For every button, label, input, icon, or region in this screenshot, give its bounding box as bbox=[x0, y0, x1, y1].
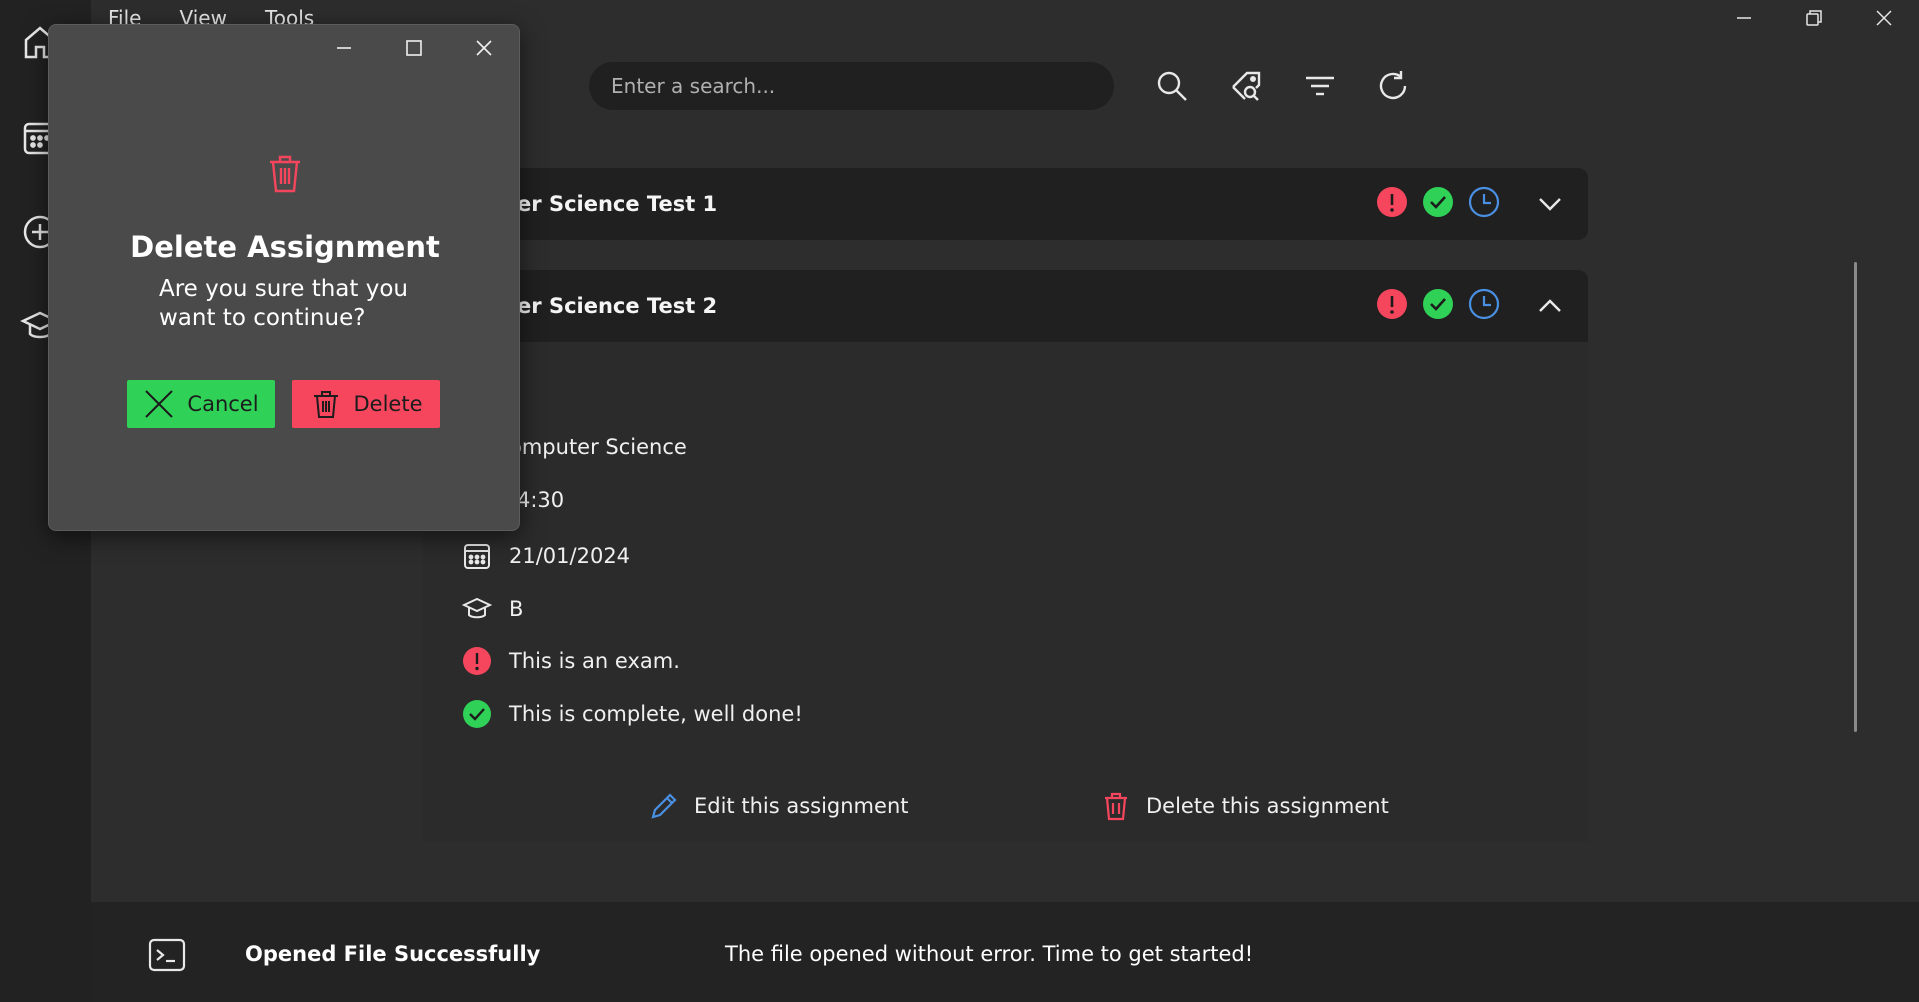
minimize-button[interactable] bbox=[1709, 0, 1779, 36]
complete-note: This is complete, well done! bbox=[509, 702, 803, 726]
date-row: 21/01/2024 bbox=[461, 540, 630, 572]
grade-value: B bbox=[509, 597, 524, 621]
dialog-window-controls bbox=[309, 25, 519, 71]
assignment-details: omputer Science 4:30 21/01/2024 B This i… bbox=[423, 342, 1588, 842]
chevron-down-icon[interactable] bbox=[1534, 188, 1566, 220]
dialog-minimize-button[interactable] bbox=[309, 25, 379, 71]
status-badges bbox=[1376, 186, 1500, 218]
assignment-title: ter Science Test 1 bbox=[507, 192, 718, 216]
app-window: File View Tools ter Science Test 1 bbox=[0, 0, 1919, 1002]
trash-icon bbox=[1105, 792, 1127, 821]
delete-button[interactable]: Delete bbox=[292, 380, 440, 428]
trash-icon bbox=[313, 391, 338, 418]
delete-label: Delete bbox=[353, 392, 423, 416]
exam-note: This is an exam. bbox=[509, 649, 680, 673]
clock-badge-icon bbox=[1468, 288, 1500, 320]
window-controls bbox=[1709, 0, 1919, 36]
close-icon bbox=[145, 390, 174, 418]
terminal-icon bbox=[147, 935, 187, 975]
calendar-icon bbox=[461, 540, 493, 572]
search-input[interactable] bbox=[589, 62, 1114, 110]
pencil-icon bbox=[651, 793, 677, 819]
status-badges bbox=[1376, 288, 1500, 320]
assignment-header[interactable]: ter Science Test 2 bbox=[423, 270, 1588, 342]
search-icon[interactable] bbox=[1152, 66, 1192, 106]
status-bar: Opened File Successfully The file opened… bbox=[91, 902, 1919, 1002]
edit-assignment-label: Edit this assignment bbox=[694, 794, 909, 818]
assignment-card: ter Science Test 1 bbox=[423, 168, 1588, 240]
restore-button[interactable] bbox=[1779, 0, 1849, 36]
assignment-title: ter Science Test 2 bbox=[507, 294, 718, 318]
graduation-cap-icon bbox=[461, 593, 493, 625]
subject-value: omputer Science bbox=[509, 435, 687, 459]
dialog-close-button[interactable] bbox=[449, 25, 519, 71]
assignment-card-expanded: ter Science Test 2 omputer Science 4:30 … bbox=[423, 270, 1588, 842]
close-button[interactable] bbox=[1849, 0, 1919, 36]
date-value: 21/01/2024 bbox=[509, 544, 631, 568]
refresh-icon[interactable] bbox=[1373, 66, 1413, 106]
complete-badge-icon bbox=[1422, 288, 1454, 320]
status-title: Opened File Successfully bbox=[245, 942, 541, 966]
exam-badge-icon bbox=[1376, 288, 1408, 320]
exam-row: This is an exam. bbox=[461, 645, 680, 677]
dialog-title: Delete Assignment bbox=[130, 230, 440, 264]
tag-search-icon[interactable] bbox=[1226, 66, 1266, 106]
edit-assignment-button[interactable]: Edit this assignment bbox=[648, 790, 908, 822]
subject-row: omputer Science bbox=[509, 435, 687, 459]
dialog-maximize-button[interactable] bbox=[379, 25, 449, 71]
clock-badge-icon bbox=[1468, 186, 1500, 218]
time-value: 4:30 bbox=[517, 488, 565, 512]
delete-assignment-label: Delete this assignment bbox=[1146, 794, 1389, 818]
dialog-message: Are you sure that you want to continue? bbox=[159, 276, 408, 331]
trash-icon bbox=[266, 153, 304, 195]
complete-check-icon bbox=[461, 698, 493, 730]
delete-assignment-button[interactable]: Delete this assignment bbox=[1100, 790, 1389, 822]
assignment-header[interactable]: ter Science Test 1 bbox=[423, 168, 1588, 240]
delete-dialog: Delete Assignment Are you sure that you … bbox=[48, 24, 520, 531]
time-row: 4:30 bbox=[517, 488, 564, 512]
scrollbar[interactable] bbox=[1854, 262, 1857, 732]
complete-badge-icon bbox=[1422, 186, 1454, 218]
chevron-up-icon[interactable] bbox=[1534, 290, 1566, 322]
cancel-label: Cancel bbox=[187, 392, 259, 416]
grade-row: B bbox=[461, 593, 523, 625]
complete-row: This is complete, well done! bbox=[461, 698, 803, 730]
status-message: The file opened without error. Time to g… bbox=[725, 942, 1254, 966]
exam-alert-icon bbox=[461, 645, 493, 677]
exam-badge-icon bbox=[1376, 186, 1408, 218]
filter-icon[interactable] bbox=[1300, 66, 1340, 106]
cancel-button[interactable]: Cancel bbox=[127, 380, 275, 428]
